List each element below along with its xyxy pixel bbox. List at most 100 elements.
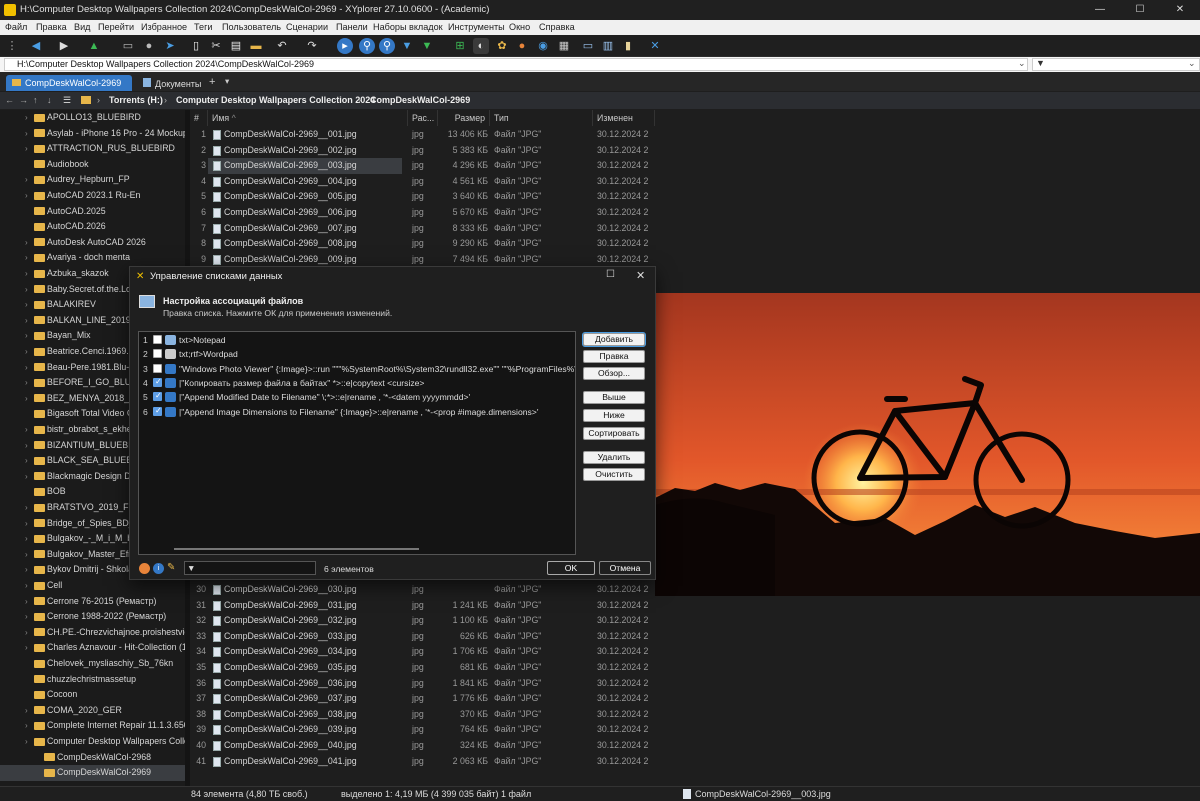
paste-icon[interactable]: ▤ [228,38,244,54]
expand-chevron-icon[interactable]: › [25,425,31,434]
breadcrumb-drive[interactable]: Torrents (H:) [109,95,163,105]
filter-icon[interactable]: ▼ [399,38,415,54]
expand-chevron-icon[interactable]: › [25,113,31,122]
address-input[interactable]: H:\Computer Desktop Wallpapers Collectio… [4,58,1028,71]
item-checkbox[interactable] [153,391,162,402]
close-button[interactable]: ✕ [1160,0,1200,20]
new-tab-button[interactable]: + [209,76,215,88]
tree-item[interactable]: › Complete Internet Repair 11.1.3.6508 [0,718,185,734]
file-row[interactable]: 40 CompDeskWalCol-2969__040.jpg jpg 324 КБ Ф… [190,738,655,754]
tree-item[interactable]: › ATTRACTION_RUS_BLUEBIRD [0,141,185,157]
expand-chevron-icon[interactable]: › [25,565,31,574]
file-row[interactable]: 39 CompDeskWalCol-2969__039.jpg jpg 764 КБ Ф… [190,722,655,738]
menu-view[interactable]: Вид [74,22,90,32]
expand-chevron-icon[interactable]: › [25,721,31,730]
horizontal-scrollbar[interactable] [174,548,419,550]
sort-button[interactable]: Сортировать [583,427,645,440]
tab-documents[interactable]: Документы [137,75,207,91]
up-icon[interactable]: ↑ [33,95,38,105]
expand-chevron-icon[interactable]: › [25,300,31,309]
item-checkbox[interactable] [153,349,162,359]
menu-panels[interactable]: Панели [336,22,368,32]
expand-chevron-icon[interactable]: › [25,581,31,590]
expand-chevron-icon[interactable]: › [25,285,31,294]
undo-icon[interactable]: ↶ [274,38,290,54]
menu-edit[interactable]: Правка [36,22,67,32]
menu-go[interactable]: Перейти [98,22,134,32]
find-icon[interactable]: ⚲ [359,38,375,54]
browse-button[interactable]: Обзор... [583,367,645,380]
file-row[interactable]: 1 CompDeskWalCol-2969__001.jpg jpg 13 406 К… [190,127,655,143]
expand-chevron-icon[interactable]: › [25,597,31,606]
expand-chevron-icon[interactable]: › [25,550,31,559]
column-header-name[interactable]: Имя ^ [208,110,408,126]
menu-icon[interactable]: ☰ [63,95,71,106]
run-icon[interactable] [139,563,150,574]
expand-chevron-icon[interactable]: › [25,378,31,387]
menu-file[interactable]: Файл [5,22,27,32]
dialog-close-button[interactable]: ✕ [636,269,645,282]
breadcrumb-current[interactable]: CompDeskWalCol-2969 [370,95,470,105]
tree-item[interactable]: › Cell [0,578,185,594]
forward-icon[interactable]: → [19,95,28,105]
expand-chevron-icon[interactable]: › [25,441,31,450]
file-row[interactable]: 3 CompDeskWalCol-2969__003.jpg jpg 4 296 КБ… [190,158,655,174]
globe-icon[interactable]: ◉ [535,38,551,54]
expand-chevron-icon[interactable]: › [25,456,31,465]
calculator-icon[interactable]: ▦ [556,38,572,54]
file-row[interactable]: 5 CompDeskWalCol-2969__005.jpg jpg 3 640 КБ… [190,189,655,205]
add-button[interactable]: Добавить [582,332,646,347]
column-header-number[interactable]: # [190,110,208,126]
color-filter-icon[interactable]: ✿ [494,38,510,54]
visual-filter-icon[interactable]: ▼ [419,38,435,54]
menu-help[interactable]: Справка [539,22,575,32]
breadcrumb-collection[interactable]: Computer Desktop Wallpapers Collection 2… [176,95,375,105]
expand-chevron-icon[interactable]: › [25,628,31,637]
minimize-button[interactable]: — [1080,0,1120,20]
copy-icon[interactable]: ▯ [188,38,204,54]
menu-window[interactable]: Окно [509,22,530,32]
tab-compdeskwalcol[interactable]: CompDeskWalCol-2969 [6,75,132,91]
association-item[interactable]: 2 txt;rtf>Wordpad [139,347,575,361]
expand-chevron-icon[interactable]: › [25,472,31,481]
file-row[interactable]: 37 CompDeskWalCol-2969__037.jpg jpg 1 776 К… [190,691,655,707]
expand-chevron-icon[interactable]: › [25,331,31,340]
tab-list-icon[interactable]: ▾ [225,76,229,87]
expand-chevron-icon[interactable]: › [25,363,31,372]
filter-dropdown-icon[interactable]: ⌄ [1188,58,1196,69]
column-header-type[interactable]: Тип [490,110,593,126]
file-row[interactable]: 35 CompDeskWalCol-2969__035.jpg jpg 681 КБ Ф… [190,660,655,676]
location-icon[interactable]: ● [141,38,157,54]
expand-chevron-icon[interactable]: › [25,347,31,356]
tree-item[interactable]: Chelovek_mysliaschiy_Sb_76kn [0,656,185,672]
layout-vertical-icon[interactable]: ▥ [600,38,616,54]
expand-chevron-icon[interactable]: › [25,144,31,153]
menu-tags[interactable]: Теги [194,22,213,32]
dialog-maximize-button[interactable]: ☐ [606,269,615,280]
tree-item[interactable]: › Computer Desktop Wallpapers Collec [0,734,185,750]
tree-item[interactable]: AutoCAD.2025 [0,204,185,220]
cancel-button[interactable]: Отмена [599,561,651,575]
expand-chevron-icon[interactable]: › [25,706,31,715]
association-item[interactable]: 4 |"Копировать размер файла в байтах" *>:… [139,376,575,390]
tree-item[interactable]: › COMA_2020_GER [0,703,185,719]
edit-button[interactable]: Правка [583,350,645,363]
cut-icon[interactable]: ✂ [208,38,224,54]
tree-item[interactable]: › Cerrone 76-2015 (Ремастр) [0,594,185,610]
tree-item[interactable]: CompDeskWalCol-2968 [0,750,185,766]
association-item[interactable]: 3 "Windows Photo Viewer" {:Image}>::run "… [139,362,575,376]
tree-item[interactable]: AutoCAD.2026 [0,219,185,235]
dark-mode-icon[interactable]: ◐ [473,38,489,54]
tree-icon[interactable]: ⊞ [452,38,468,54]
expand-chevron-icon[interactable]: › [25,316,31,325]
tree-item[interactable]: › APOLLO13_BLUEBIRD [0,110,185,126]
back-icon[interactable]: ◀ [28,38,44,54]
expand-chevron-icon[interactable]: › [25,253,31,262]
info-icon[interactable]: i [153,563,164,574]
menu-favorites[interactable]: Избранное [141,22,187,32]
computer-icon[interactable]: ▭ [120,38,136,54]
tree-item[interactable]: › Audrey_Hepburn_FP [0,172,185,188]
column-header-size[interactable]: Размер [438,110,490,126]
menu-scripts[interactable]: Сценарии [286,22,328,32]
expand-chevron-icon[interactable]: › [25,129,31,138]
